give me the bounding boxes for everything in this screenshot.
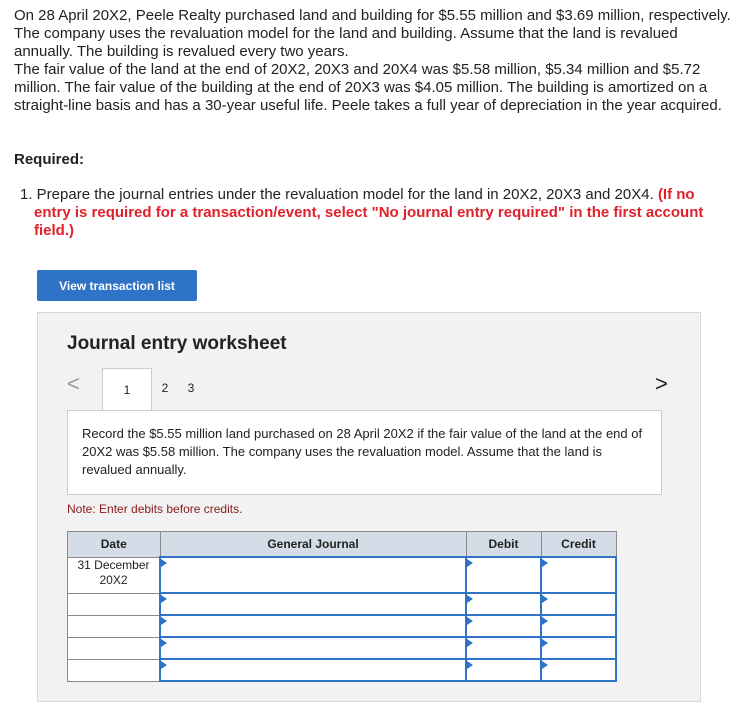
column-header-date: Date [67, 531, 161, 558]
debit-field[interactable] [465, 614, 542, 638]
table-row [67, 592, 617, 616]
table-row: 31 December 20X2 [67, 556, 617, 594]
dropdown-marker-icon [467, 595, 473, 603]
dropdown-marker-icon [467, 559, 473, 567]
required-item-1: 1. Prepare the journal entries under the… [20, 186, 732, 240]
debit-field[interactable] [465, 556, 542, 594]
table-row [67, 614, 617, 638]
dropdown-marker-icon [542, 617, 548, 625]
dropdown-marker-icon [542, 639, 548, 647]
date-cell[interactable] [67, 636, 161, 660]
next-arrow-icon[interactable]: > [655, 371, 668, 397]
debit-field[interactable] [465, 592, 542, 616]
dropdown-marker-icon [542, 661, 548, 669]
problem-paragraph-2: The fair value of the land at the end of… [14, 61, 722, 114]
date-cell[interactable]: 31 December 20X2 [67, 556, 161, 594]
item-text: 1. Prepare the journal entries under the… [20, 186, 654, 203]
column-header-debit: Debit [465, 531, 542, 558]
dropdown-marker-icon [161, 661, 167, 669]
dropdown-marker-icon [542, 559, 548, 567]
credit-field[interactable] [540, 592, 617, 616]
dropdown-marker-icon [542, 595, 548, 603]
date-cell[interactable] [67, 658, 161, 682]
dropdown-marker-icon [467, 661, 473, 669]
account-field[interactable] [159, 614, 467, 638]
tab-3[interactable]: 3 [178, 368, 204, 407]
account-field[interactable] [159, 636, 467, 660]
view-transaction-list-button[interactable]: View transaction list [37, 270, 197, 301]
journal-table: Date General Journal Debit Credit 31 Dec… [67, 531, 617, 682]
tab-2[interactable]: 2 [152, 368, 178, 407]
date-cell[interactable] [67, 592, 161, 616]
account-field[interactable] [159, 592, 467, 616]
prev-arrow-icon[interactable]: < [67, 371, 80, 397]
problem-paragraph-1: On 28 April 20X2, Peele Realty purchased… [14, 7, 731, 60]
account-field[interactable] [159, 658, 467, 682]
debit-field[interactable] [465, 636, 542, 660]
problem-text: On 28 April 20X2, Peele Realty purchased… [14, 7, 732, 115]
debit-field[interactable] [465, 658, 542, 682]
required-heading: Required: [14, 151, 85, 168]
dropdown-marker-icon [467, 639, 473, 647]
dropdown-marker-icon [161, 639, 167, 647]
tab-1[interactable]: 1 [102, 368, 152, 410]
table-row [67, 658, 617, 682]
item-hint-start: (If no [657, 186, 695, 203]
dropdown-marker-icon [467, 617, 473, 625]
credit-field[interactable] [540, 614, 617, 638]
dropdown-marker-icon [161, 559, 167, 567]
date-cell[interactable] [67, 614, 161, 638]
worksheet-tabs: 1 2 3 [102, 368, 204, 410]
entry-note: Note: Enter debits before credits. [67, 502, 243, 516]
dropdown-marker-icon [161, 617, 167, 625]
journal-entry-worksheet: Journal entry worksheet < 1 2 3 > Record… [37, 312, 701, 702]
dropdown-marker-icon [161, 595, 167, 603]
credit-field[interactable] [540, 556, 617, 594]
credit-field[interactable] [540, 636, 617, 660]
table-row [67, 636, 617, 660]
instruction-box: Record the $5.55 million land purchased … [67, 410, 662, 495]
account-field[interactable] [159, 556, 467, 594]
column-header-credit: Credit [540, 531, 617, 558]
credit-field[interactable] [540, 658, 617, 682]
column-header-general-journal: General Journal [159, 531, 467, 558]
worksheet-title: Journal entry worksheet [67, 333, 287, 354]
item-hint-rest: entry is required for a transaction/even… [34, 204, 704, 239]
